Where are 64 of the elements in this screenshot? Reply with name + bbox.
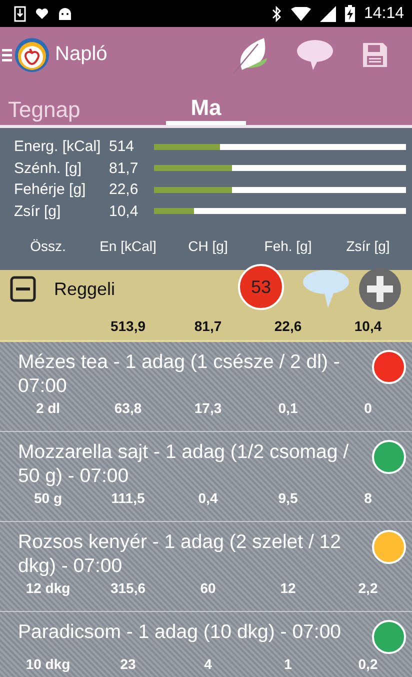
total-value: 513,9: [109, 318, 147, 334]
nutrient-amount: 12 dkg: [24, 580, 72, 596]
clock-time: 14:14: [364, 4, 404, 22]
nutrient-amount: 315,6: [109, 580, 147, 596]
nutrient-amount: 0,2: [357, 656, 379, 672]
nutrient-amount: 63,8: [113, 400, 143, 416]
nutrient-amount: 9,5: [277, 490, 299, 506]
nutrient-amount: 60: [199, 580, 217, 596]
leaf-icon[interactable]: [232, 36, 268, 74]
total-value: 22,6: [273, 318, 303, 334]
speech-bubble-icon[interactable]: [302, 269, 350, 309]
nutrient-amount: 0: [363, 400, 373, 416]
nutrient-label: Fehérje [g]: [14, 181, 87, 198]
nutrient-label: Szénh. [g]: [14, 160, 83, 177]
total-value: 81,7: [193, 318, 223, 334]
nutrient-value: 10,4: [109, 202, 140, 220]
wifi-icon: [290, 6, 311, 20]
nutrient-value: 81,7: [109, 160, 140, 177]
nutrient-value: 22,6: [109, 181, 140, 198]
nutrient-amount: 0,1: [277, 400, 299, 416]
download-icon: [14, 6, 26, 22]
nutrient-value: 514: [109, 138, 136, 156]
menu-icon[interactable]: [2, 48, 12, 62]
food-title: Paradicsom - 1 adag (10 dkg) - 07:00: [18, 620, 342, 644]
nutrient-label: Zsír [g]: [14, 202, 62, 220]
collapse-icon[interactable]: [10, 276, 36, 302]
save-icon[interactable]: [362, 42, 388, 68]
bluetooth-icon: [272, 6, 282, 22]
nutrient-amount: 23: [119, 656, 137, 672]
add-icon[interactable]: [358, 267, 402, 311]
nutrient-amount: 0,4: [197, 490, 219, 506]
total-value: 10,4: [353, 318, 383, 334]
column-header: CH [g]: [187, 238, 229, 254]
nutrient-amount: 4: [203, 656, 213, 672]
nutrient-amount: 8: [363, 490, 373, 506]
app-title: Napló: [55, 43, 108, 66]
nutrient-label: Energ. [kCal]: [14, 138, 102, 156]
food-title: Rozsos kenyér - 1 adag (2 szelet / 12 dkg) - 07:00: [18, 530, 342, 578]
food-title: Mézes tea - 1 adag (1 csésze / 2 dl) - 07:00: [18, 350, 341, 398]
nutrient-amount: 2,2: [357, 580, 379, 596]
nutrient-amount: 12: [279, 580, 297, 596]
food-entry[interactable]: Rozsos kenyér - 1 adag (2 szelet / 12 dkg) - 07:00 12 dkg 315,6 60 12 2,2: [0, 522, 412, 612]
nutrient-amount: 1: [283, 656, 293, 672]
column-header: Zsír [g]: [345, 238, 391, 254]
nutrient-amount: 2 dl: [34, 400, 62, 416]
column-header: En [kCal]: [98, 238, 158, 254]
food-entry[interactable]: Paradicsom - 1 adag (10 dkg) - 07:00 10 dkg 23 4 1 0,2: [0, 612, 412, 677]
nutrient-amount: 111,5: [110, 490, 146, 506]
nutrient-amount: 17,3: [193, 400, 223, 416]
nutrient-amount: 50 g: [32, 490, 63, 506]
food-entry[interactable]: Mozzarella sajt - 1 adag (1/2 csomag / 50 g) - 07:00 50 g 111,5 0,4 9,5 8: [0, 432, 412, 522]
battery-icon: [344, 5, 355, 22]
score-badge: 53: [238, 264, 284, 310]
day-tab[interactable]: Tegnap: [4, 82, 160, 125]
food-entry[interactable]: Mézes tea - 1 adag (1 csésze / 2 dl) - 07:00 2 dl 63,8 17,3 0,1 0: [0, 342, 412, 432]
apple-logo-icon[interactable]: [14, 36, 50, 72]
food-title: Mozzarella sajt - 1 adag (1/2 csomag / 50 g) - 07:00: [18, 440, 350, 488]
speech-bubble-icon[interactable]: [296, 38, 334, 70]
nutrient-amount: 10 dkg: [24, 656, 72, 672]
signal-icon: [320, 6, 336, 22]
heart-icon: [35, 8, 49, 20]
column-header: Össz.: [29, 238, 67, 254]
meal-name: Reggeli: [54, 278, 116, 300]
column-header: Feh. [g]: [263, 238, 313, 254]
